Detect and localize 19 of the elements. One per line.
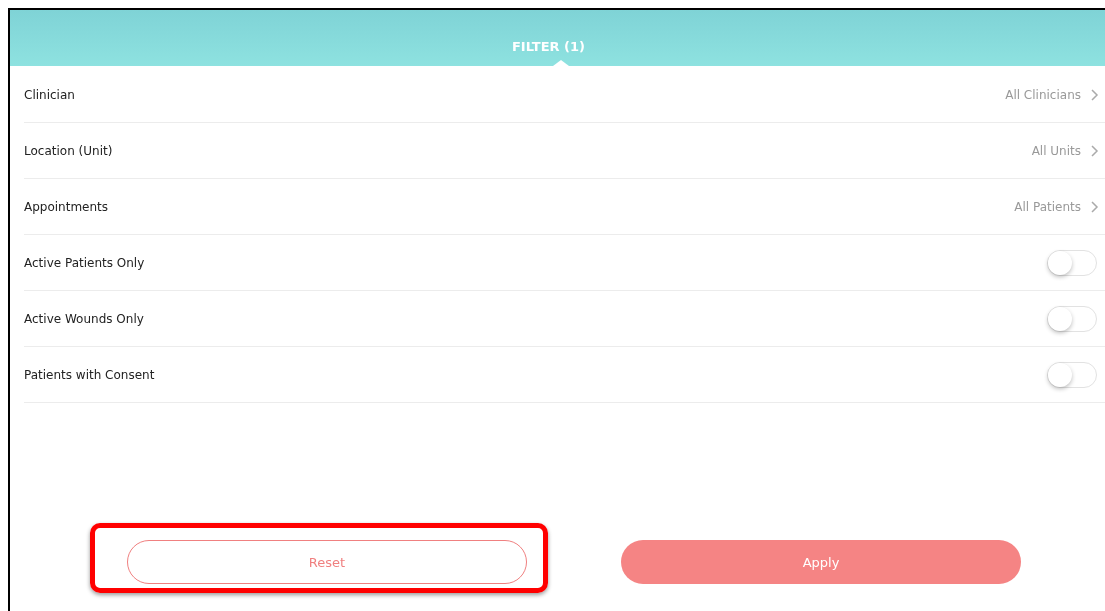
row-label: Active Wounds Only [24, 311, 144, 326]
header-title: FILTER (1) [511, 39, 586, 54]
row-value[interactable]: All Units [1031, 143, 1081, 158]
apply-button[interactable]: Apply [621, 540, 1021, 584]
row-label: Clinician [24, 87, 75, 102]
chevron-right-icon [1091, 88, 1099, 101]
row-label: Appointments [24, 199, 109, 214]
reset-button[interactable]: Reset [127, 540, 527, 584]
row-label: Patients with Consent [24, 367, 155, 382]
pointer-notch [553, 60, 569, 66]
row-value[interactable]: All Patients [1014, 199, 1081, 214]
toggle-switch[interactable] [1047, 361, 1097, 388]
row-label: Active Patients Only [24, 255, 145, 270]
row-value[interactable]: All Clinicians [1005, 87, 1081, 102]
chevron-right-icon [1091, 200, 1099, 213]
toggle-switch[interactable] [1047, 249, 1097, 276]
chevron-right-icon [1091, 144, 1099, 157]
toggle-switch[interactable] [1047, 305, 1097, 332]
row-label: Location (Unit) [24, 143, 113, 158]
